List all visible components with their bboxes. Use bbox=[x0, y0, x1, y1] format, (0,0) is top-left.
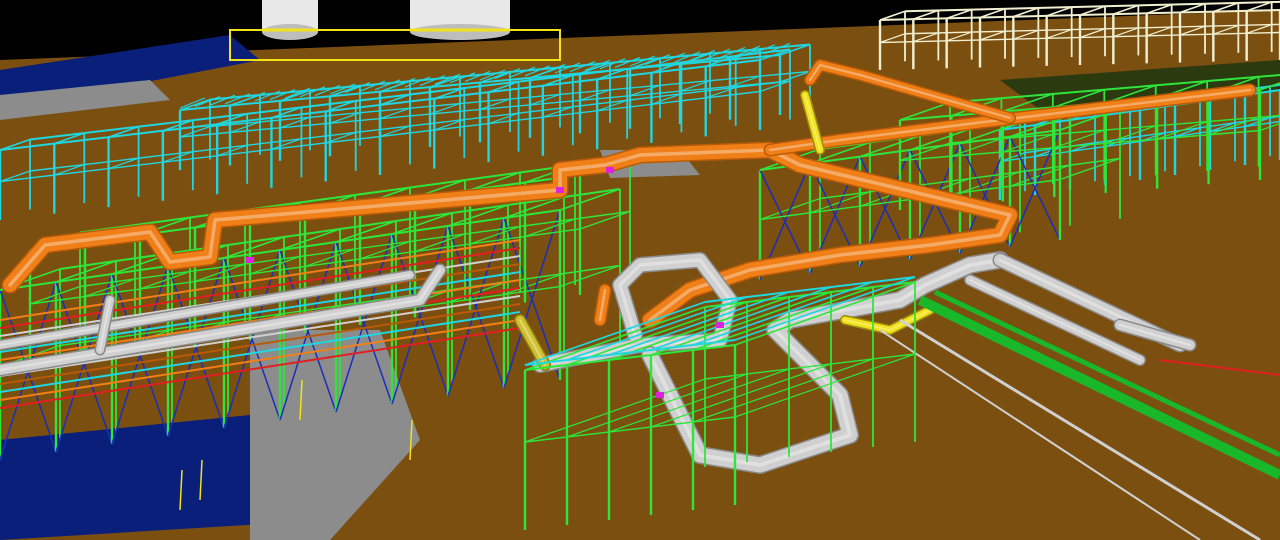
storage-tank-base bbox=[262, 24, 318, 40]
model-viewport[interactable] bbox=[0, 0, 1280, 540]
plant-3d-scene[interactable] bbox=[0, 0, 1280, 540]
rack-longitudinal bbox=[904, 0, 1280, 13]
valve-marker bbox=[246, 257, 254, 263]
storage-tank-base bbox=[410, 24, 510, 40]
valve-marker bbox=[656, 392, 664, 398]
valve-marker bbox=[556, 187, 564, 193]
valve-marker bbox=[716, 322, 724, 328]
valve-marker bbox=[606, 167, 614, 173]
